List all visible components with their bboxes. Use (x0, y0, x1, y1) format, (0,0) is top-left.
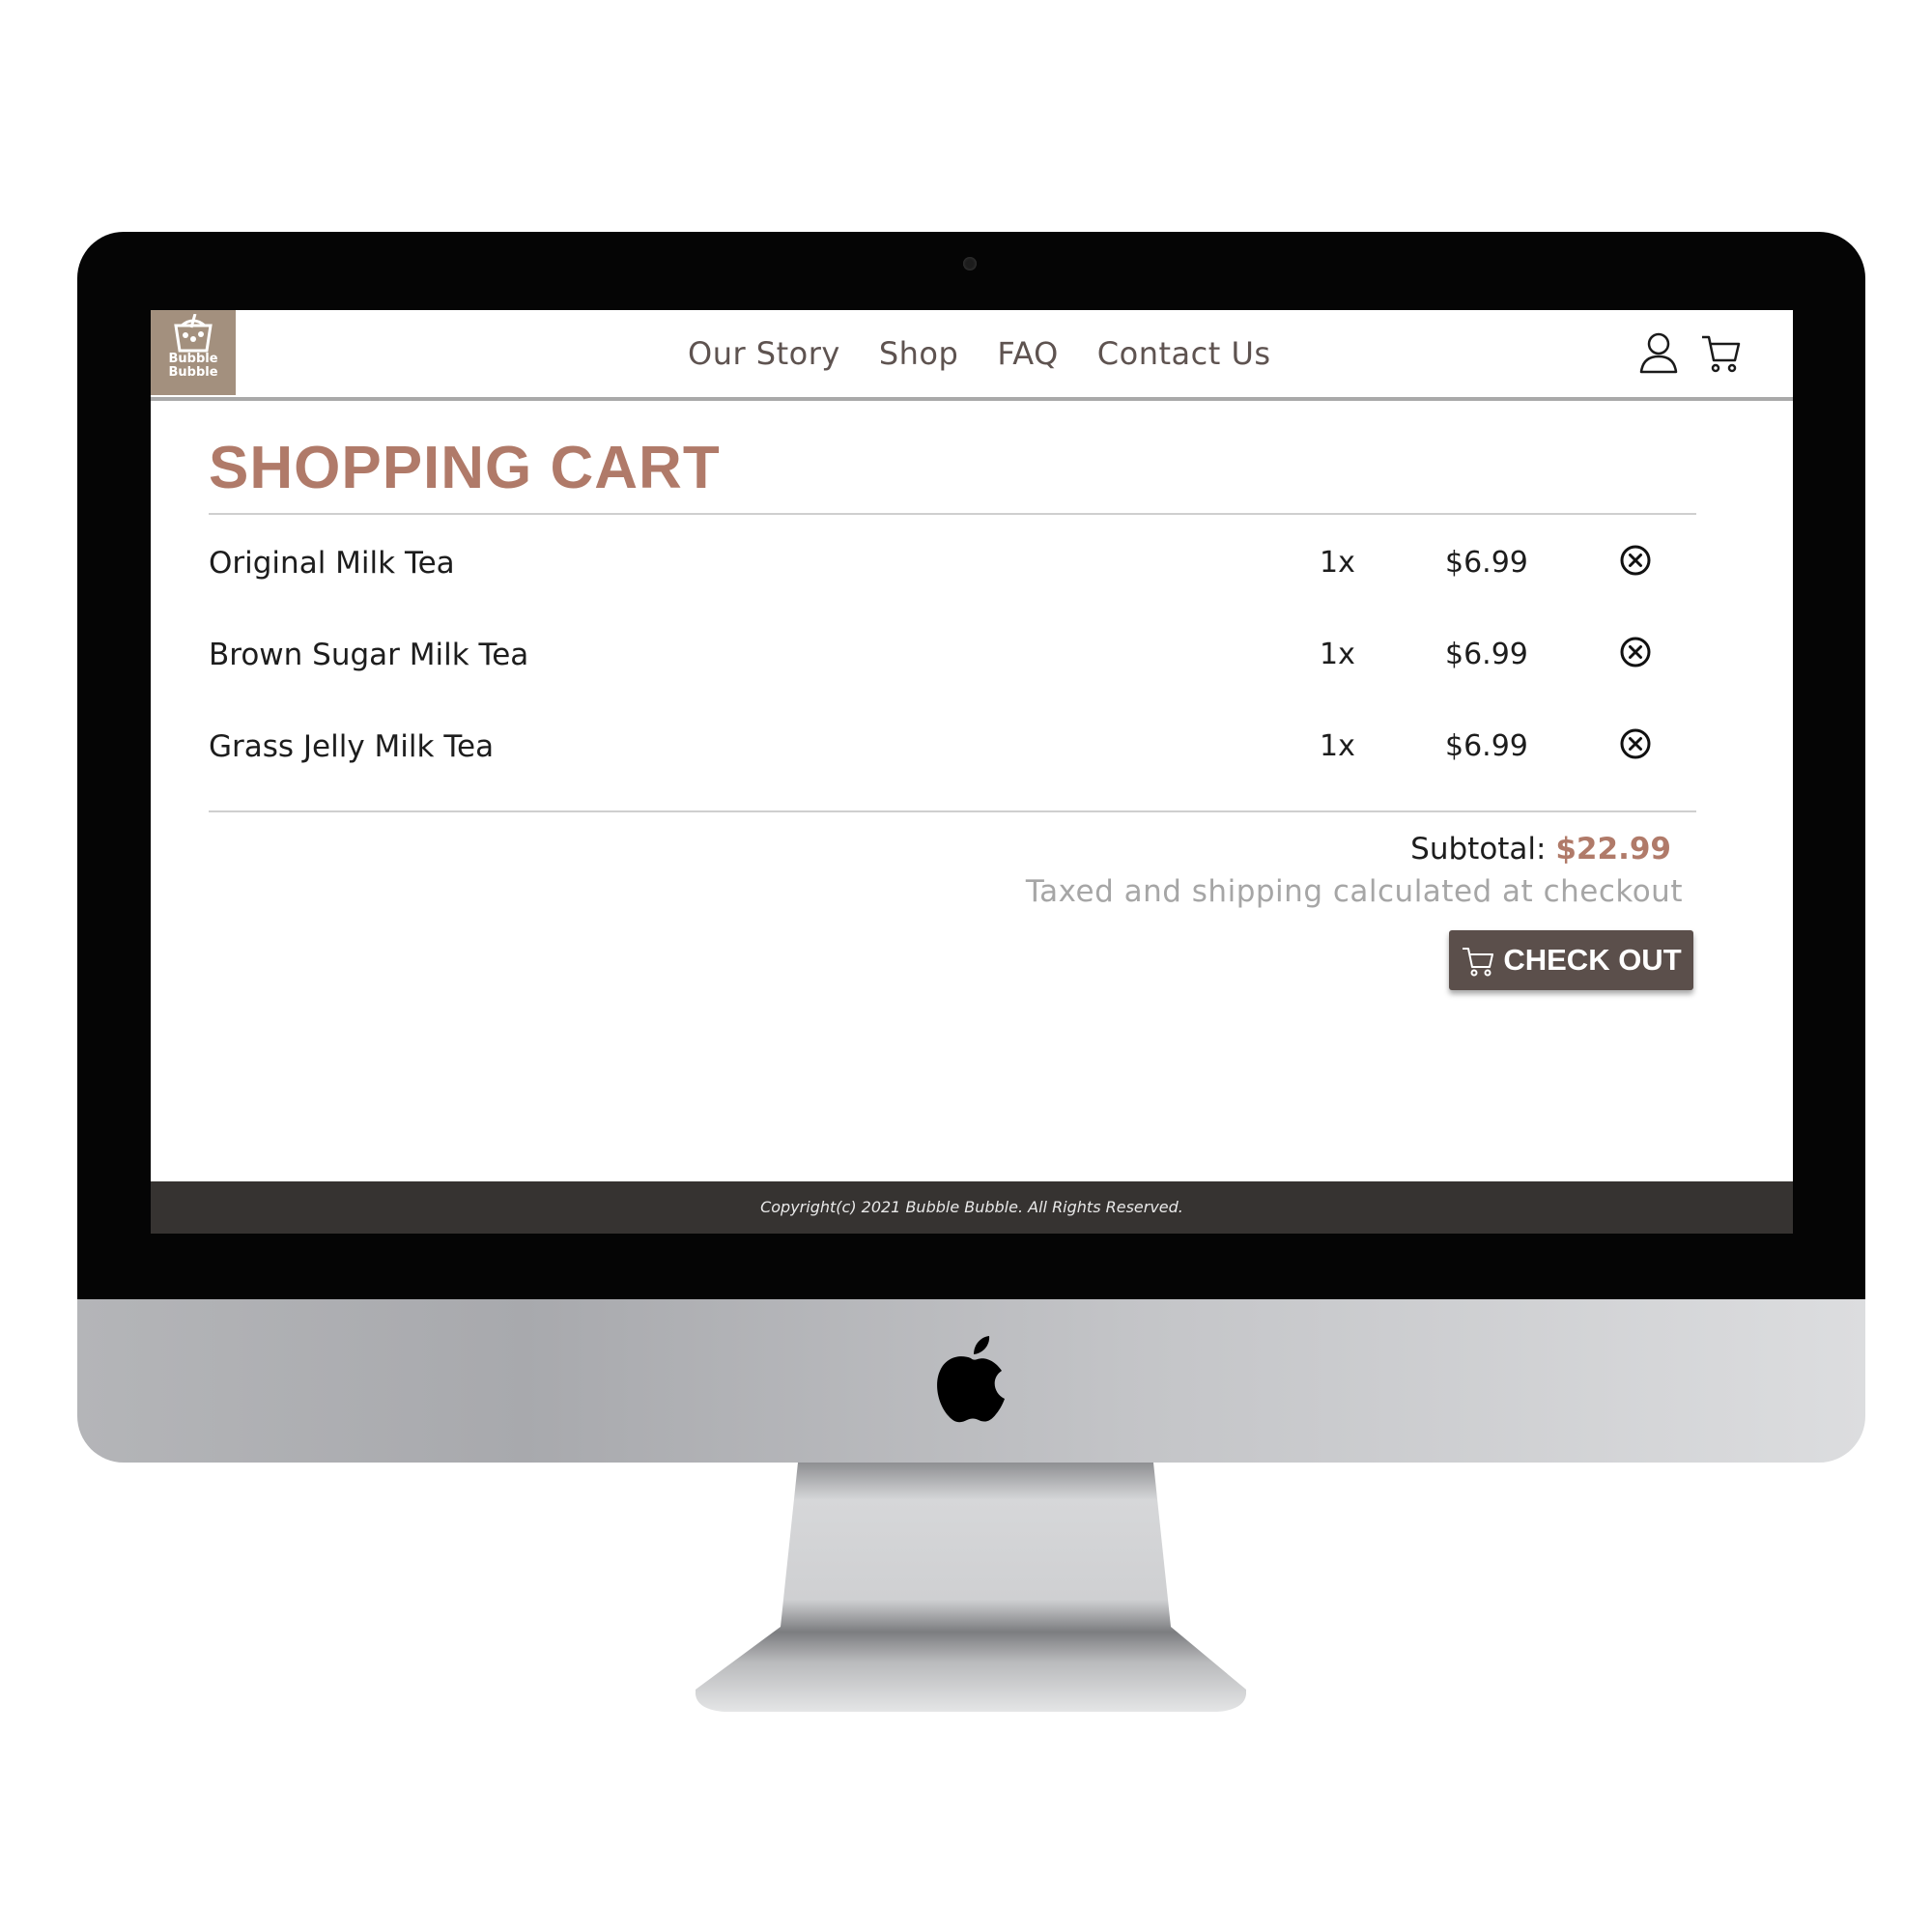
checkout-label: CHECK OUT (1503, 943, 1682, 977)
cart-item-row: Brown Sugar Milk Tea 1x $6.99 (209, 626, 1696, 684)
item-name: Original Milk Tea (209, 546, 455, 581)
item-price: $6.99 (1445, 729, 1528, 763)
item-price: $6.99 (1445, 638, 1528, 671)
bubble-tea-cup-icon (174, 314, 213, 353)
subtotal-label: Subtotal: (1410, 832, 1547, 867)
remove-item-icon[interactable] (1619, 727, 1652, 760)
cart-icon (1463, 948, 1494, 977)
nav-link-faq[interactable]: FAQ (997, 335, 1058, 372)
webcam (963, 257, 977, 270)
cart-item-row: Grass Jelly Milk Tea 1x $6.99 (209, 718, 1696, 776)
item-name: Grass Jelly Milk Tea (209, 729, 495, 764)
brand-logo[interactable]: Bubble Bubble (151, 310, 236, 395)
remove-item-icon[interactable] (1619, 544, 1652, 577)
remove-item-icon[interactable] (1619, 636, 1652, 668)
title-divider (209, 513, 1696, 515)
item-quantity: 1x (1320, 638, 1355, 671)
subtotal-value: $22.99 (1555, 832, 1671, 867)
apple-logo-icon (937, 1336, 1005, 1423)
logo-text-line1: Bubble (168, 352, 218, 366)
website-screen: Bubble Bubble Our Story Shop FAQ Contact… (151, 310, 1793, 1234)
item-price: $6.99 (1445, 546, 1528, 580)
copyright-text: Copyright(c) 2021 Bubble Bubble. All Rig… (760, 1198, 1183, 1216)
items-divider (209, 810, 1696, 812)
user-icon[interactable] (1638, 331, 1679, 374)
logo-text-line2: Bubble (168, 365, 218, 380)
subtotal: Subtotal: $22.99 (1410, 832, 1671, 867)
item-quantity: 1x (1320, 546, 1355, 580)
main-nav: Our Story Shop FAQ Contact Us (688, 329, 1271, 378)
checkout-button[interactable]: CHECK OUT (1449, 930, 1693, 990)
nav-link-contact-us[interactable]: Contact Us (1097, 335, 1271, 372)
page-title: SHOPPING CART (209, 435, 721, 501)
shopping-cart-icon[interactable] (1700, 331, 1741, 374)
monitor-stand (696, 1463, 1246, 1712)
site-footer: Copyright(c) 2021 Bubble Bubble. All Rig… (151, 1181, 1793, 1234)
header-actions (1638, 331, 1741, 374)
nav-link-shop[interactable]: Shop (879, 335, 958, 372)
item-quantity: 1x (1320, 729, 1355, 763)
nav-link-our-story[interactable]: Our Story (688, 335, 840, 372)
cart-item-row: Original Milk Tea 1x $6.99 (209, 534, 1696, 592)
item-name: Brown Sugar Milk Tea (209, 638, 529, 672)
site-header: Bubble Bubble Our Story Shop FAQ Contact… (151, 310, 1793, 401)
tax-shipping-note: Taxed and shipping calculated at checkou… (1025, 874, 1683, 909)
